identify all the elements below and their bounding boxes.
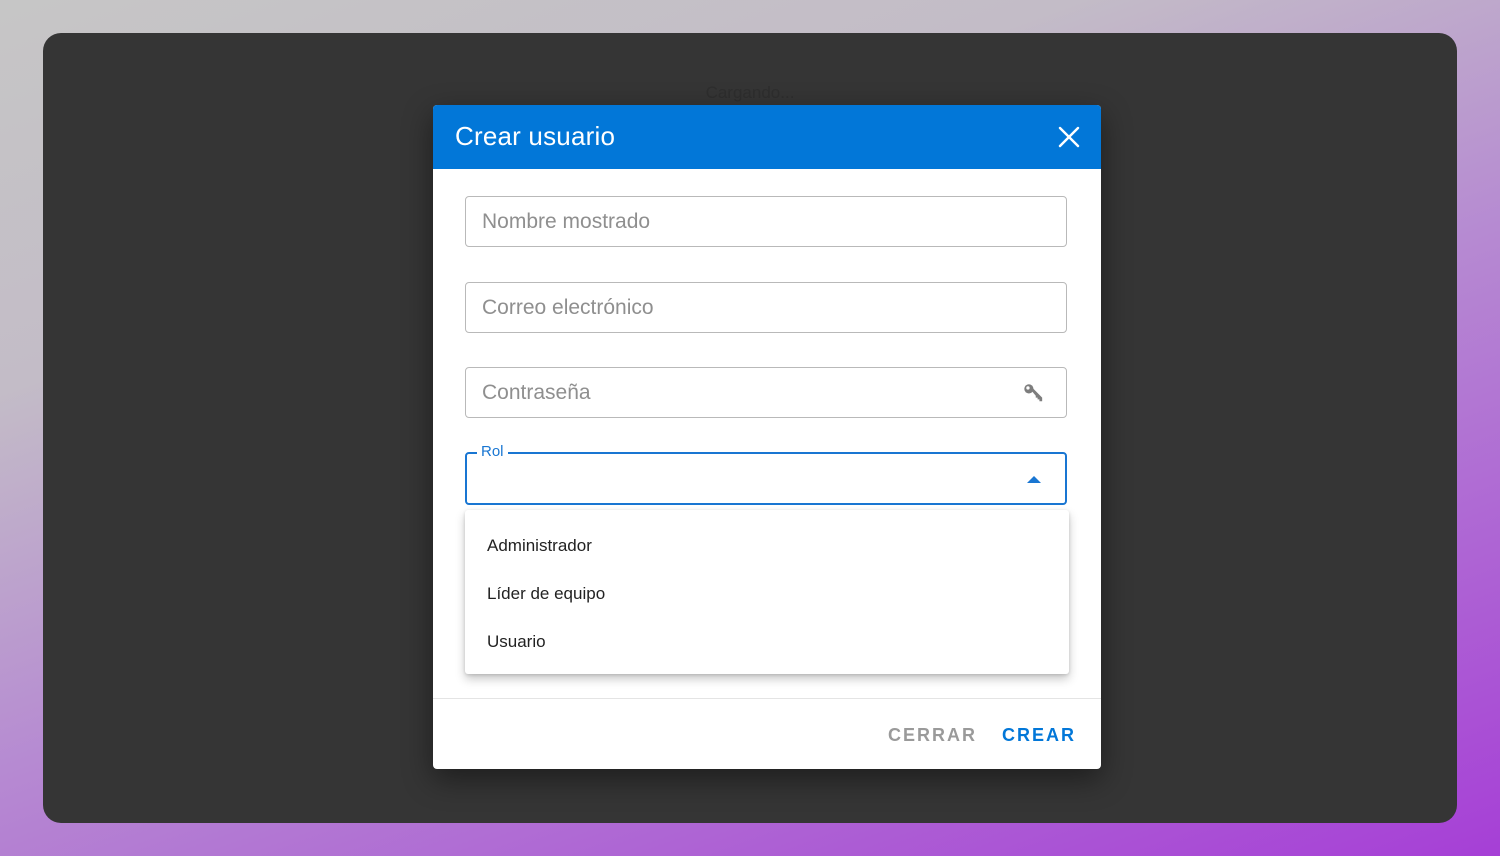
display-name-field — [465, 196, 1067, 247]
role-option-usuario[interactable]: Usuario — [465, 618, 1069, 666]
close-icon — [1058, 126, 1080, 148]
create-button[interactable]: CREAR — [1002, 719, 1076, 751]
loading-text: Cargando... — [705, 83, 795, 102]
display-name-input[interactable] — [480, 197, 1024, 246]
role-label: Rol — [477, 443, 508, 461]
dialog-header: Crear usuario — [433, 105, 1101, 169]
role-options-menu: Administrador Líder de equipo Usuario — [465, 510, 1069, 674]
email-input[interactable] — [480, 283, 1024, 332]
password-input[interactable] — [480, 368, 1024, 417]
password-field — [465, 367, 1067, 418]
app-window: Cargando... Crear usuario Nombre mostrad… — [43, 33, 1457, 823]
dialog-title: Crear usuario — [455, 121, 616, 151]
actions-divider — [433, 698, 1101, 699]
close-button[interactable] — [1053, 121, 1085, 153]
role-select[interactable]: Rol — [465, 443, 1067, 505]
cancel-button[interactable]: CERRAR — [888, 719, 977, 751]
email-field — [465, 282, 1067, 333]
key-icon[interactable] — [1022, 382, 1044, 404]
role-option-lider-de-equipo[interactable]: Líder de equipo — [465, 570, 1069, 618]
role-option-administrador[interactable]: Administrador — [465, 522, 1069, 570]
caret-up-icon — [1027, 476, 1041, 483]
create-user-dialog: Crear usuario Rol — [433, 105, 1101, 769]
